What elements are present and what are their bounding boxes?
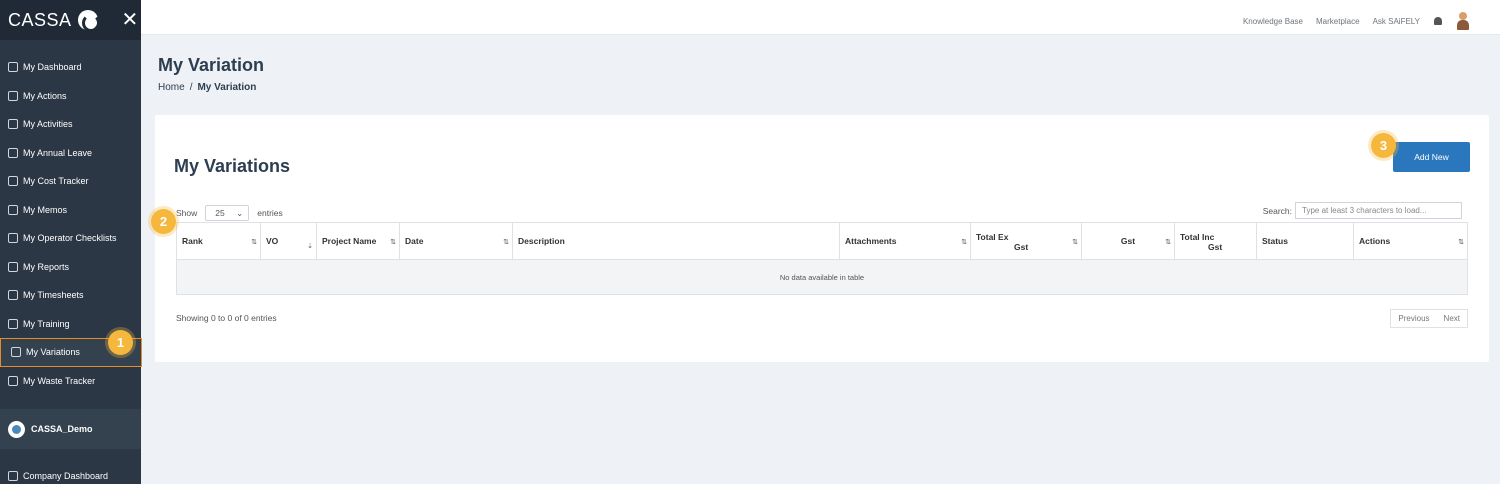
search-label: Search: [1262,205,1292,216]
reports-icon [8,261,18,272]
user-avatar[interactable] [1456,12,1470,30]
timesheets-icon [8,290,18,301]
sidebar-item-label: My Operator Checklists [23,233,117,244]
sort-icon: ⇅ [961,239,967,246]
sidebar-item-memos[interactable]: My Memos [0,196,141,225]
bell-icon[interactable] [1434,17,1442,25]
show-entries: Show 25 ⌄ entries [176,205,283,221]
pagination: Previous Next [1390,309,1468,328]
company-dashboard-icon [8,471,18,481]
sidebar-item-reports[interactable]: My Reports [0,253,141,282]
empty-table-row: No data available in table [177,260,1467,294]
column-rank[interactable]: Rank ⇅ [177,223,261,259]
column-actions[interactable]: Actions ⇅ [1354,223,1467,259]
annual-leave-icon [8,147,18,158]
entries-value: 25 [215,208,225,218]
close-sidebar-icon[interactable]: ✕ [122,10,139,30]
chevron-down-icon: ⌄ [236,207,244,218]
ask-saifely-link[interactable]: Ask SAiFELY [1373,17,1420,26]
step-badge-3: 3 [1371,133,1396,158]
sidebar-item-activities[interactable]: My Activities [0,110,141,139]
sidebar-item-label: My Cost Tracker [23,176,89,187]
sidebar-item-cost-tracker[interactable]: My Cost Tracker [0,167,141,196]
previous-button[interactable]: Previous [1391,314,1436,323]
step-badge-2: 2 [151,209,176,234]
brand-logo-icon [77,10,100,32]
sidebar-item-label: My Actions [23,90,67,101]
activities-icon [8,119,18,130]
sidebar-item-dashboard[interactable]: My Dashboard [0,53,141,82]
breadcrumb-home[interactable]: Home [158,82,185,93]
sort-icon: ⇅ [1072,239,1078,246]
sidebar-header: CASSA ✕ [0,0,141,40]
org-switcher[interactable]: CASSA_Demo [0,409,141,449]
top-bar: Knowledge Base Marketplace Ask SAiFELY [141,0,1500,35]
memos-icon [8,204,18,215]
brand-name: CASSA [8,9,72,30]
dashboard-icon [8,62,18,73]
actions-icon [8,90,18,101]
sort-desc-icon: ⇣ [307,243,313,250]
search: Search: [1263,202,1462,219]
org-avatar-icon [8,420,25,438]
sidebar-item-label: My Memos [23,204,68,215]
sidebar-item-label: My Annual Leave [23,147,93,158]
checklist-icon [8,233,18,244]
sidebar-item-label: My Training [23,318,70,329]
sort-icon: ⇅ [1458,239,1464,246]
column-description[interactable]: Description [513,223,840,259]
entries-label: entries [257,208,283,218]
sidebar: CASSA ✕ My Dashboard My Actions My Activ… [0,0,142,484]
add-new-button[interactable]: Add New [1393,142,1470,172]
column-vo[interactable]: VO ⇣ [261,223,317,259]
sidebar-item-label: My Waste Tracker [23,375,96,386]
marketplace-link[interactable]: Marketplace [1316,17,1360,26]
table-info: Showing 0 to 0 of 0 entries [176,313,277,323]
org-name: CASSA_Demo [31,424,93,434]
card-title: My Variations [174,156,291,176]
sidebar-item-timesheets[interactable]: My Timesheets [0,281,141,310]
column-gst[interactable]: Gst ⇅ [1082,223,1175,259]
sort-icon: ⇅ [251,239,257,246]
entries-select[interactable]: 25 ⌄ [205,205,250,221]
breadcrumb-current: My Variation [197,82,257,93]
column-project-name[interactable]: Project Name ⇅ [317,223,400,259]
sidebar-item-annual-leave[interactable]: My Annual Leave [0,139,141,168]
variations-card: My Variations Add New Show 25 ⌄ entries … [155,115,1489,362]
column-total-inc-gst[interactable]: Total Inc Gst [1175,223,1257,259]
cost-tracker-icon [8,176,18,187]
sidebar-item-label: Company Dashboard [23,471,109,481]
knowledge-base-link[interactable]: Knowledge Base [1243,17,1303,26]
column-date[interactable]: Date ⇅ [400,223,513,259]
breadcrumb-separator: / [189,82,193,93]
next-button[interactable]: Next [1437,314,1467,323]
show-label: Show [176,208,198,218]
variations-table: Rank ⇅ VO ⇣ Project Name ⇅ Date ⇅ Descriptio… [176,222,1468,295]
sidebar-item-waste-tracker[interactable]: My Waste Tracker [0,367,141,396]
sort-icon: ⇅ [503,239,509,246]
waste-tracker-icon [8,375,18,386]
breadcrumb: Home / My Variation [158,82,256,93]
sidebar-item-label: My Timesheets [23,290,84,301]
search-input[interactable] [1295,202,1462,219]
table-header: Rank ⇅ VO ⇣ Project Name ⇅ Date ⇅ Descriptio… [177,223,1467,260]
column-attachments[interactable]: Attachments ⇅ [840,223,971,259]
sidebar-item-operator-checklists[interactable]: My Operator Checklists [0,224,141,253]
sidebar-item-label: My Dashboard [23,62,82,73]
sidebar-item-label: My Variations [26,347,80,358]
top-nav: Knowledge Base Marketplace Ask SAiFELY [1230,12,1470,30]
sidebar-item-label: My Reports [23,261,70,272]
column-status[interactable]: Status [1257,223,1354,259]
sidebar-item-actions[interactable]: My Actions [0,82,141,111]
sort-icon: ⇅ [390,239,396,246]
column-total-ex-gst[interactable]: Total Ex Gst ⇅ [971,223,1082,259]
step-badge-1: 1 [108,330,133,355]
variations-icon [11,347,21,358]
sidebar-item-label: My Activities [23,119,73,130]
page-title: My Variation [158,55,265,75]
sort-icon: ⇅ [1165,239,1171,246]
sidebar-item-company-dashboard[interactable]: Company Dashboard [8,471,108,481]
training-icon [8,318,18,329]
